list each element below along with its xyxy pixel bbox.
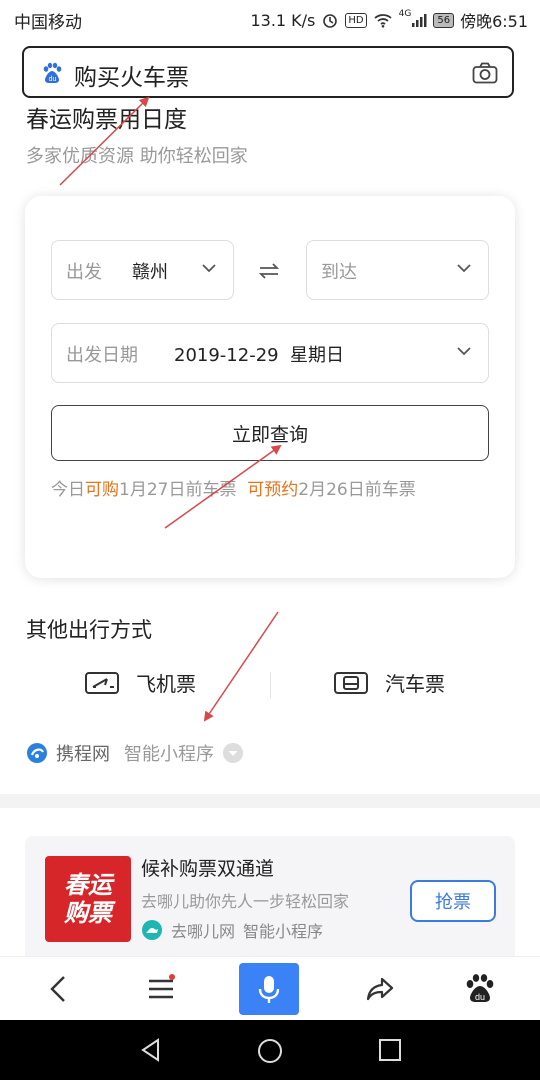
bus-ticket-link[interactable]: 汽车票 <box>333 668 445 697</box>
booking-note: 今日可购1月27日前车票 可预约2月26日前车票 <box>51 473 481 508</box>
other-modes-title: 其他出行方式 <box>26 618 152 642</box>
note-end: 2月26日前车票 <box>298 480 416 500</box>
note-prefix: 今日 <box>51 480 85 500</box>
flight-ticket-link[interactable]: 飞机票 <box>84 668 196 697</box>
alarm-icon <box>323 14 338 28</box>
signal-icon <box>412 14 427 27</box>
ctrip-logo-icon <box>27 743 47 763</box>
system-navigation-bar <box>0 1020 540 1080</box>
date-field[interactable]: 出发日期 2019-12-29 星期日 <box>51 323 489 383</box>
flight-ticket-label: 飞机票 <box>136 672 196 696</box>
promo-source-type: 智能小程序 <box>243 922 324 941</box>
mini-program-source[interactable]: 携程网 智能小程序 <box>26 740 244 766</box>
date-value: 2019-12-29 星期日 <box>174 345 345 366</box>
query-button[interactable]: 立即查询 <box>51 405 489 461</box>
promo-image-line1: 春运 <box>64 871 112 899</box>
network-speed: 13.1 K/s <box>250 10 316 30</box>
promo-subtitle: 去哪儿助你先人一步轻松回家 <box>141 892 350 911</box>
note-mid: 1月27日前车票 <box>119 480 237 500</box>
system-recents-icon[interactable] <box>378 1038 402 1062</box>
status-bar: 中国移动 13.1 K/s HD 4G 56 傍晚6:51 <box>0 0 540 36</box>
battery-indicator: 56 <box>433 12 455 28</box>
departure-label: 出发 <box>66 262 102 283</box>
hero-title: 春运购票用日度 <box>26 107 187 133</box>
grab-ticket-button[interactable]: 抢票 <box>410 880 496 922</box>
back-icon[interactable] <box>42 971 78 1007</box>
svg-text:du: du <box>49 76 57 83</box>
network-type: 4G <box>398 9 412 19</box>
chevron-down-icon <box>202 264 216 273</box>
divider <box>270 672 271 698</box>
mic-icon <box>258 976 280 1003</box>
hero-subtitle: 多家优质资源 助你轻松回家 <box>26 146 248 167</box>
qunar-logo-icon <box>142 920 162 940</box>
promo-source: 去哪儿网 智能小程序 <box>141 918 323 942</box>
arrival-field[interactable]: 到达 <box>306 240 489 300</box>
system-back-icon[interactable] <box>138 1037 164 1063</box>
menu-icon[interactable] <box>143 971 179 1007</box>
date-label: 出发日期 <box>66 345 138 366</box>
baidu-home-icon[interactable]: du <box>462 971 498 1007</box>
provider-type: 智能小程序 <box>124 744 214 765</box>
note-buy: 可购 <box>85 480 119 500</box>
promo-image: 春运 购票 <box>45 856 131 942</box>
status-icons: 13.1 K/s HD 4G 56 傍晚6:51 <box>250 8 528 32</box>
bottom-toolbar: du <box>0 956 540 1021</box>
carrier-label: 中国移动 <box>14 13 82 33</box>
departure-field[interactable]: 出发 赣州 <box>51 240 234 300</box>
wifi-icon <box>374 14 392 28</box>
chevron-down-icon[interactable] <box>222 742 244 764</box>
annotation-arrow-modes <box>203 611 279 722</box>
swap-icon[interactable] <box>257 259 281 283</box>
system-home-icon[interactable] <box>256 1037 284 1065</box>
promo-image-line2: 购票 <box>64 899 112 927</box>
baidu-paw-icon: du <box>43 62 62 83</box>
voice-search-button[interactable] <box>239 963 299 1015</box>
search-bar[interactable]: du 购买火车票 <box>22 46 514 98</box>
provider-name: 携程网 <box>56 744 110 765</box>
search-input[interactable]: 购买火车票 <box>74 58 189 92</box>
promo-card[interactable]: 春运 购票 候补购票双通道 去哪儿助你先人一步轻松回家 去哪儿网 智能小程序 抢… <box>25 836 515 966</box>
chevron-down-icon <box>457 264 471 273</box>
share-icon[interactable] <box>362 971 398 1007</box>
section-divider <box>0 794 540 808</box>
arrival-label: 到达 <box>321 262 357 283</box>
clock: 傍晚6:51 <box>460 12 528 31</box>
promo-source-name: 去哪儿网 <box>171 922 236 941</box>
airplane-ticket-icon <box>85 671 119 694</box>
bus-ticket-label: 汽车票 <box>385 672 445 696</box>
hd-badge: HD <box>345 12 367 28</box>
chevron-down-icon <box>457 347 471 356</box>
svg-text:du: du <box>475 992 485 1002</box>
bus-ticket-icon <box>334 671 368 694</box>
departure-value: 赣州 <box>132 262 168 283</box>
note-reserve: 可预约 <box>247 480 299 500</box>
train-ticket-card: 出发 赣州 到达 出发日期 2019-12-29 星期日 立即查询 今日可购1月… <box>25 196 515 578</box>
promo-title: 候补购票双通道 <box>141 858 275 880</box>
camera-icon[interactable] <box>472 62 498 84</box>
